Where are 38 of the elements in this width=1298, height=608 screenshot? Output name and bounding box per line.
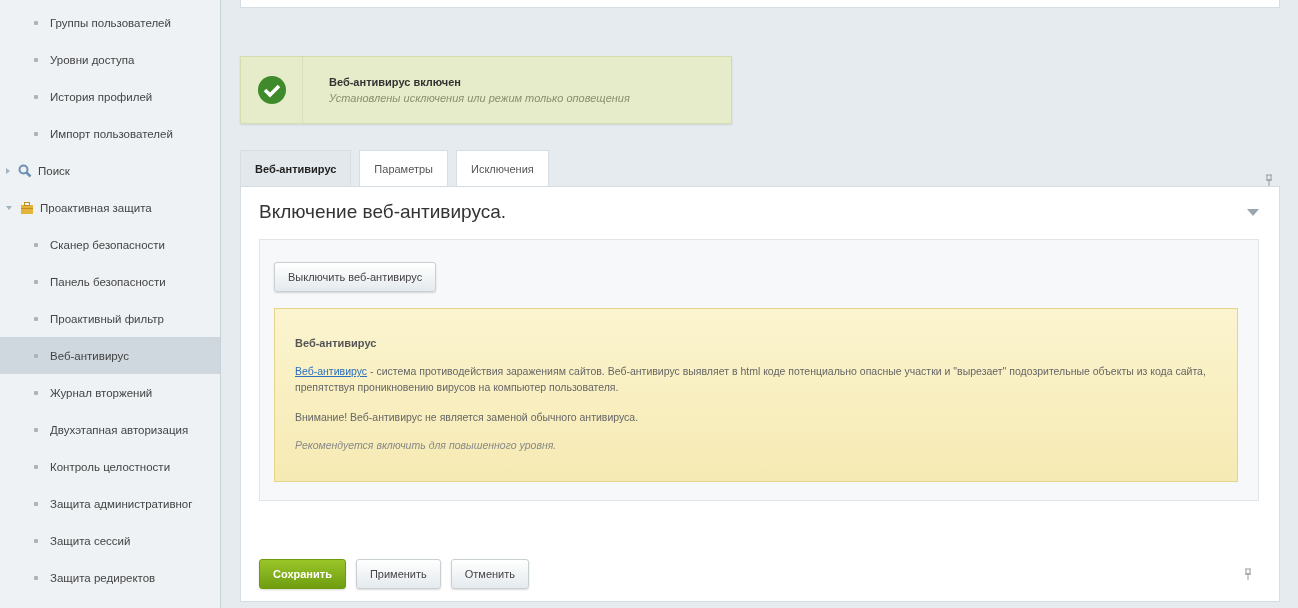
sidebar-item[interactable]: Защита редиректов xyxy=(0,559,220,596)
sidebar-item[interactable]: Уровни доступа xyxy=(0,41,220,78)
sidebar-item[interactable]: Проактивная защита xyxy=(0,189,220,226)
search-icon xyxy=(18,163,32,178)
briefcase-icon xyxy=(20,200,34,215)
sidebar-item[interactable]: Импорт пользователей xyxy=(0,115,220,152)
notice-title: Веб-антивирус включен xyxy=(329,76,462,88)
tab[interactable]: Исключения xyxy=(456,150,549,186)
recommendation-text: Рекомендуется включить для повышенного уровня. xyxy=(295,439,558,451)
panel-title: Включение веб-антивируса. xyxy=(259,201,507,223)
warning-text: Внимание! Веб-антивирус не является заменой обычного антивируса. xyxy=(295,410,640,425)
sidebar-item[interactable]: Двухэтапная авторизация xyxy=(0,411,220,448)
sidebar-item[interactable]: Поиск xyxy=(0,152,220,189)
sidebar-item[interactable]: Группы пользователей xyxy=(0,4,220,41)
tab[interactable]: Параметры xyxy=(359,150,448,186)
pin-icon[interactable] xyxy=(1266,174,1272,186)
footer-button[interactable]: Применить xyxy=(355,559,441,589)
info-heading: Веб-антивирус xyxy=(295,337,378,349)
sidebar-item[interactable]: Веб-антивирус xyxy=(0,337,220,374)
link[interactable]: Веб-антивирус xyxy=(295,365,368,377)
sidebar-item[interactable]: Журнал вторжений xyxy=(0,374,220,411)
expand-arrow-icon[interactable] xyxy=(6,205,12,210)
sidebar-item[interactable]: Сканер безопасности xyxy=(0,226,220,263)
description-text: Веб-антивирус - система противодействия заражениям сайтов. Веб-антивирус выявляет в html коде потенциально опасные участки и "вырезает" подозрительные объекты из кода сайта, препятствуя проникновению вирусов на компьютер пользователя. xyxy=(295,364,1207,395)
collapse-caret-icon[interactable] xyxy=(1247,208,1259,216)
sidebar-item[interactable]: Защита административног xyxy=(0,485,220,522)
sidebar-item[interactable]: Защита сессий xyxy=(0,522,220,559)
sidebar-item[interactable]: История профилей xyxy=(0,78,220,115)
pin-icon[interactable] xyxy=(1245,568,1251,580)
sidebar-item[interactable]: Проактивный фильтр xyxy=(0,300,220,337)
tab[interactable]: Веб-антивирус xyxy=(240,150,352,186)
footer-button[interactable]: Отменить xyxy=(450,559,529,589)
notice-text: Установлены исключения или режим только оповещения xyxy=(329,92,630,104)
check-icon xyxy=(256,75,287,105)
disable-button[interactable]: Выключить веб-антивирус xyxy=(274,262,437,292)
sidebar-item[interactable]: Контроль целостности xyxy=(0,448,220,485)
sidebar-item[interactable]: Панель безопасности xyxy=(0,263,220,300)
expand-arrow-icon[interactable] xyxy=(6,167,10,174)
